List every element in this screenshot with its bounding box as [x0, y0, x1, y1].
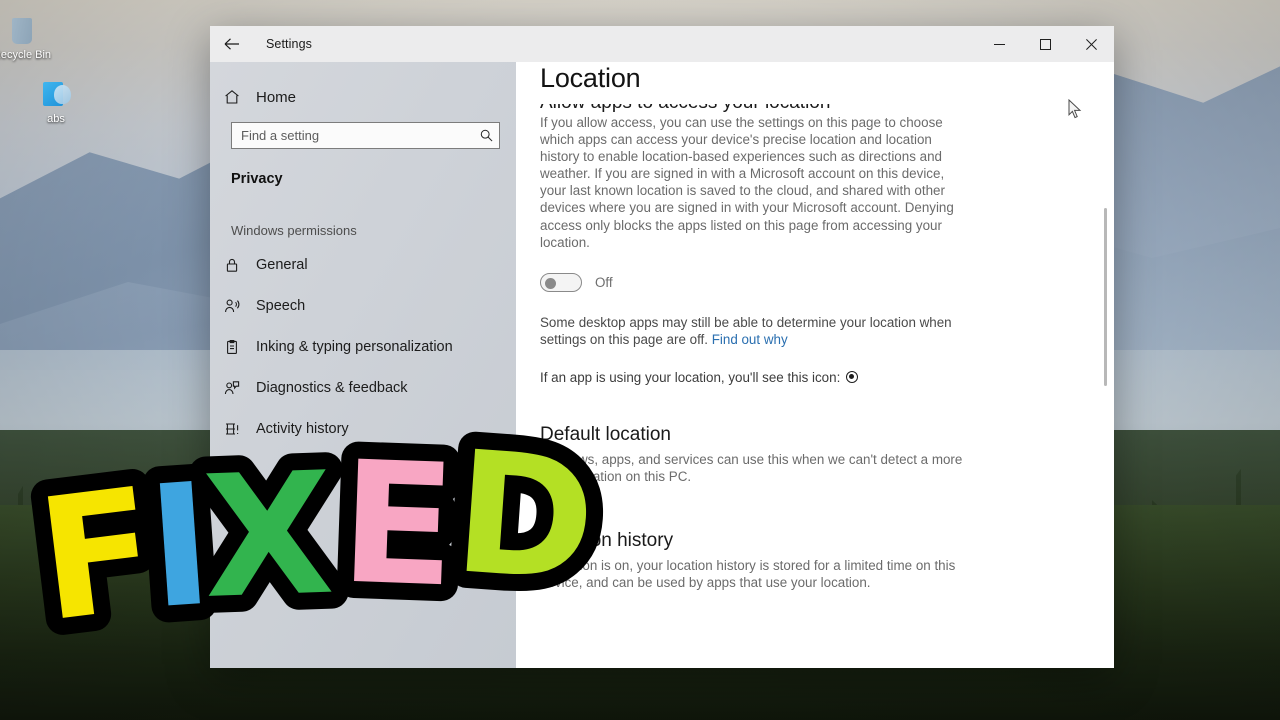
- sidebar-category-title: Privacy: [231, 171, 283, 187]
- sidebar-item-label: Activity history: [256, 420, 349, 437]
- default-location-body: Windows, apps, and services can use this…: [540, 451, 963, 485]
- sidebar-item-label: Home: [256, 88, 297, 106]
- home-icon: [224, 89, 256, 105]
- search-wrapper: [210, 114, 516, 149]
- sidebar-item-diagnostics-feedback[interactable]: Diagnostics & feedback: [210, 367, 516, 408]
- back-button[interactable]: [210, 28, 254, 60]
- desktop-icon-recycle-bin[interactable]: Recycle Bin: [0, 14, 60, 62]
- clipboard-pen-icon: [224, 339, 256, 355]
- settings-content: Allow apps to access your location Locat…: [516, 62, 1114, 668]
- default-location-section: Default location Windows, apps, and serv…: [540, 423, 1114, 485]
- allow-location-toggle[interactable]: [540, 272, 582, 292]
- sidebar-item-label: General: [256, 256, 308, 273]
- recycle-bin-icon: [5, 14, 39, 46]
- sidebar-item-label: Inking & typing personalization: [256, 338, 453, 355]
- maximize-button[interactable]: [1022, 26, 1068, 62]
- desktop-icon-label: Recycle Bin: [0, 49, 52, 61]
- sidebar-item-home[interactable]: Home: [210, 80, 516, 114]
- close-button[interactable]: [1068, 26, 1114, 62]
- lock-icon: [224, 257, 256, 273]
- mouse-pointer-icon: [1068, 98, 1082, 119]
- page-title-band: Location: [516, 62, 1114, 104]
- toggle-knob: [545, 277, 556, 289]
- content-inner: If you allow access, you can use the set…: [540, 62, 1114, 591]
- settings-window: Settings Home Find a setting Privacy Win…: [210, 26, 1114, 668]
- desktop: Recycle Bin abs Settings: [0, 0, 1280, 720]
- default-location-heading: Default location: [540, 423, 671, 445]
- person-feedback-icon: [224, 380, 256, 396]
- location-history-body: If location is on, your location history…: [540, 558, 956, 591]
- settings-sidebar: Home Privacy Windows permissions: [210, 62, 516, 668]
- sidebar-group-label: Windows permissions: [231, 223, 357, 238]
- sidebar-item-label: Speech: [256, 297, 306, 314]
- location-active-icon: [846, 371, 859, 384]
- location-icon-note-text: If an app is using your location, you'll…: [540, 369, 841, 385]
- minimize-button[interactable]: [976, 26, 1022, 62]
- sidebar-item-inking-typing[interactable]: Inking & typing personalization: [210, 326, 516, 367]
- allow-apps-body: If you allow access, you can use the set…: [540, 115, 954, 250]
- scrollbar-thumb[interactable]: [1104, 208, 1107, 386]
- location-icon-note-row: If an app is using your location, you'll…: [540, 370, 1114, 385]
- speech-person-icon: [224, 298, 256, 314]
- window-title: Settings: [266, 37, 312, 51]
- location-history-section: Location history If location is on, your…: [540, 529, 1114, 591]
- page-title: Location: [540, 63, 641, 93]
- desktop-icon-abs[interactable]: abs: [18, 78, 94, 126]
- window-titlebar: Settings: [210, 26, 1114, 62]
- search-input[interactable]: [241, 128, 480, 143]
- sidebar-item-speech[interactable]: Speech: [210, 285, 516, 326]
- toggle-state-label: Off: [595, 274, 613, 290]
- sidebar-item-activity-history[interactable]: Activity history: [210, 408, 516, 449]
- search-icon[interactable]: [480, 129, 493, 142]
- sidebar-item-label: Diagnostics & feedback: [256, 379, 408, 396]
- location-toggle-row: Off: [540, 272, 1114, 292]
- sidebar-item-general[interactable]: General: [210, 244, 516, 285]
- app-folder-icon: [39, 78, 73, 110]
- desktop-icon-label: abs: [47, 113, 65, 125]
- vertical-scrollbar[interactable]: [1100, 100, 1112, 520]
- desktop-apps-note: Some desktop apps may still be able to d…: [540, 314, 972, 348]
- activity-history-icon: [224, 421, 256, 437]
- search-box[interactable]: [231, 122, 500, 149]
- window-body: Home Privacy Windows permissions: [210, 62, 1114, 668]
- location-history-heading: Location history: [540, 530, 674, 552]
- find-out-why-link[interactable]: Find out why: [712, 332, 788, 347]
